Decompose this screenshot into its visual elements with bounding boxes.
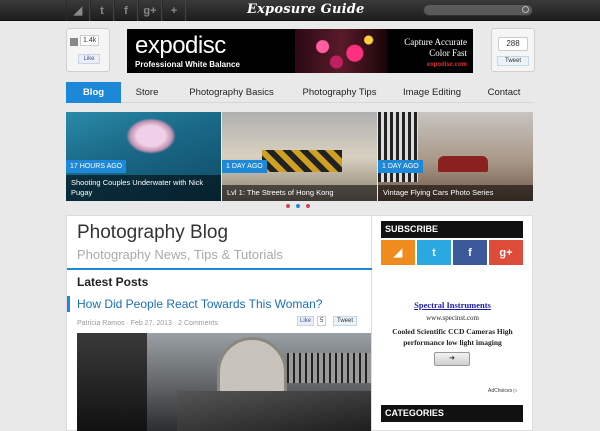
ad-logo: expodisc <box>135 32 226 59</box>
featured-slider: 17 HOURS AGO Shooting Couples Underwater… <box>66 112 533 201</box>
tweet-box: 288 Tweet <box>491 28 535 72</box>
sidebar-ad-url[interactable]: www.specinst.com <box>372 314 533 322</box>
blog-main: Photography Blog Photography News, Tips … <box>66 215 373 431</box>
divider <box>67 268 373 270</box>
twitter-icon[interactable]: t <box>90 0 114 21</box>
post-image[interactable] <box>77 333 371 431</box>
image-detail <box>217 337 287 397</box>
subscribe-heading: SUBSCRIBE <box>381 221 523 238</box>
slider-dot[interactable] <box>306 204 310 208</box>
adchoices-label[interactable]: AdChoices ▷ <box>488 388 517 394</box>
slide[interactable]: 17 HOURS AGO Shooting Couples Underwater… <box>66 112 221 201</box>
slide-image-detail <box>438 156 488 172</box>
post-meta: Patricia Ramos · Feb 27, 2013 · 2 Commen… <box>77 320 218 327</box>
slider-pagination <box>286 204 310 208</box>
search-icon[interactable] <box>522 6 529 13</box>
slide-caption[interactable]: Vintage Flying Cars Photo Series <box>378 185 533 201</box>
categories-heading: CATEGORIES <box>381 405 523 422</box>
slide-image <box>262 150 342 172</box>
ad-url: expodisc.com <box>426 62 467 68</box>
nav-item-store[interactable]: Store <box>121 82 173 103</box>
ad-headline-line1: Capture Accurate <box>404 37 467 47</box>
rss-subscribe-icon[interactable]: ◢ <box>381 240 415 265</box>
slide-time-badge: 1 DAY AGO <box>222 160 267 173</box>
plus-icon[interactable]: + <box>162 0 186 21</box>
post-like-count: 5 <box>317 316 327 326</box>
facebook-icon[interactable]: f <box>114 0 138 21</box>
thumbs-up-icon <box>70 38 78 46</box>
slide-caption[interactable]: Shooting Couples Underwater with Nick Pu… <box>66 175 221 201</box>
site-logo[interactable]: Exposure Guide <box>247 2 365 17</box>
tweet-button[interactable]: Tweet <box>497 56 529 66</box>
twitter-subscribe-icon[interactable]: t <box>417 240 451 265</box>
post-like-button[interactable]: Like <box>297 316 315 326</box>
image-detail <box>77 333 147 431</box>
sidebar-ad-arrow-button[interactable]: ➜ <box>434 352 470 366</box>
section-heading: Latest Posts <box>77 275 149 289</box>
slide-caption[interactable]: Lvl 1: The Streets of Hong Kong <box>222 185 377 201</box>
nav-item-photography-tips[interactable]: Photography Tips <box>290 82 389 103</box>
post-accent-bar <box>67 296 70 312</box>
facebook-subscribe-icon[interactable]: f <box>453 240 487 265</box>
nav-item-blog[interactable]: Blog <box>66 82 121 103</box>
ad-photo <box>295 29 387 73</box>
page-subtitle: Photography News, Tips & Tutorials <box>77 247 283 262</box>
expodisc-banner-ad[interactable]: expodisc Professional White Balance Capt… <box>127 29 473 73</box>
ad-tagline: Professional White Balance <box>135 60 240 69</box>
facebook-like-box: 1.4k Like <box>66 28 110 72</box>
slider-dot-active[interactable] <box>296 204 300 208</box>
main-nav: Blog Store Photography Basics Photograph… <box>66 82 533 103</box>
slide-image <box>126 118 176 154</box>
sidebar-ad-title[interactable]: Spectral Instruments <box>372 300 533 310</box>
post-title[interactable]: How Did People React Towards This Woman? <box>77 297 322 311</box>
top-social-links: ◢ t f g+ + <box>66 0 186 21</box>
google-plus-subscribe-icon[interactable]: g+ <box>489 240 523 265</box>
image-detail <box>177 391 371 431</box>
nav-item-image-editing[interactable]: Image Editing <box>389 82 475 103</box>
post-tweet-button[interactable]: Tweet <box>333 316 358 326</box>
slide[interactable]: 1 DAY AGO Lvl 1: The Streets of Hong Kon… <box>222 112 377 201</box>
slider-dot[interactable] <box>286 204 290 208</box>
nav-item-photography-basics[interactable]: Photography Basics <box>173 82 290 103</box>
google-plus-icon[interactable]: g+ <box>138 0 162 21</box>
image-detail <box>287 353 371 383</box>
top-bar: ◢ t f g+ + Exposure Guide <box>0 0 600 21</box>
search-input[interactable] <box>423 4 533 16</box>
page-title: Photography Blog <box>77 222 229 243</box>
ad-headline-line2: Color Fast <box>429 48 467 58</box>
rss-icon[interactable]: ◢ <box>66 0 90 21</box>
nav-item-contact[interactable]: Contact <box>475 82 533 103</box>
facebook-like-button[interactable]: Like <box>78 54 100 64</box>
sidebar-ad-body: Cooled Scientific CCD Cameras High perfo… <box>392 327 513 347</box>
sidebar: SUBSCRIBE ◢ t f g+ Spectral Instruments … <box>372 215 533 431</box>
slide-time-badge: 1 DAY AGO <box>378 160 423 173</box>
slide-time-badge: 17 HOURS AGO <box>66 160 127 173</box>
tweet-count: 288 <box>498 37 528 51</box>
slide[interactable]: 1 DAY AGO Vintage Flying Cars Photo Seri… <box>378 112 533 201</box>
subscribe-icons: ◢ t f g+ <box>381 240 523 265</box>
facebook-like-count: 1.4k <box>80 35 100 46</box>
